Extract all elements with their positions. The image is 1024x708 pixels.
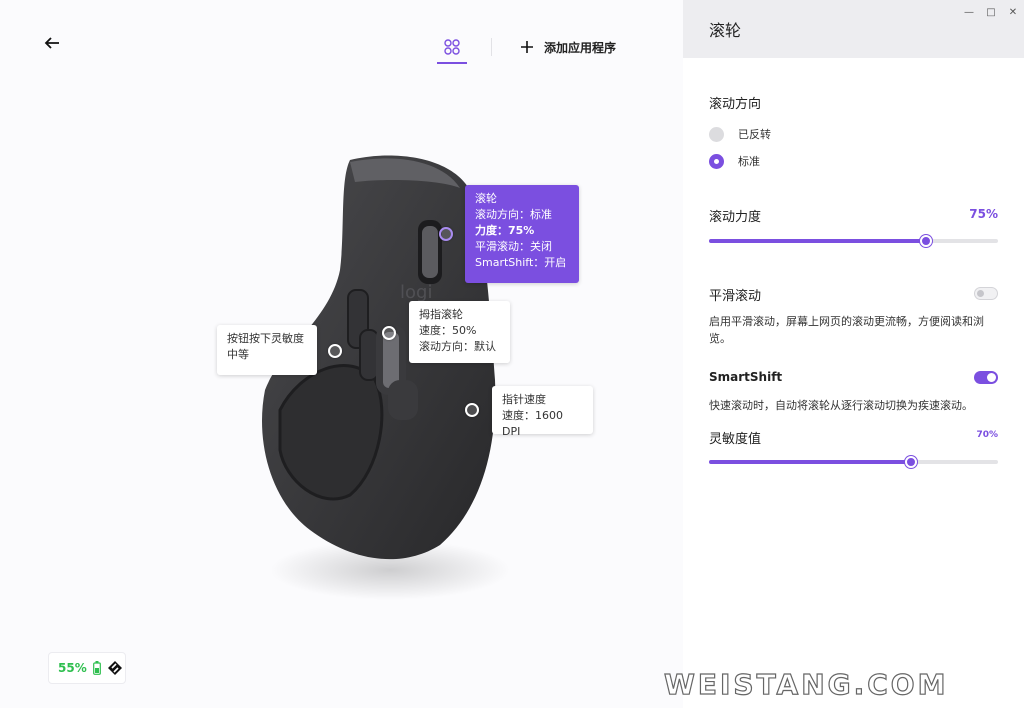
plus-icon xyxy=(521,41,533,53)
slider-fill xyxy=(709,239,926,243)
scroll-direction-label: 滚动方向 xyxy=(709,97,762,112)
scroll-force-slider[interactable] xyxy=(709,235,998,247)
battery-status[interactable]: 55% xyxy=(48,652,126,684)
thumb-wheel-hotspot[interactable] xyxy=(382,326,396,340)
radio-reversed-indicator[interactable] xyxy=(709,126,724,142)
panel-title: 滚轮 xyxy=(709,21,742,40)
thumb-wheel-tooltip-direction: 滚动方向：默认 xyxy=(419,340,496,353)
pointer-tooltip-title: 指针速度 xyxy=(502,393,546,406)
radio-standard-indicator[interactable] xyxy=(709,153,724,169)
smartshift-label: SmartShift xyxy=(709,370,783,384)
mouse-logo: logi xyxy=(400,282,432,303)
slider-fill xyxy=(709,460,912,464)
smartshift-toggle[interactable] xyxy=(974,371,998,384)
battery-percent: 55% xyxy=(58,661,87,675)
scroll-force-value: 75% xyxy=(969,207,998,221)
back-button[interactable] xyxy=(42,34,62,52)
add-application-button[interactable]: 添加应用程序 xyxy=(520,37,616,57)
wheel-tooltip-smartshift: SmartShift：开启 xyxy=(475,256,567,269)
sensitivity-slider[interactable] xyxy=(709,456,998,468)
smartshift-description: 快速滚动时，自动将滚轮从逐行滚动切换为疾速滚动。 xyxy=(709,399,973,412)
gesture-tooltip-line2: 中等 xyxy=(227,348,249,361)
smooth-scroll-label: 平滑滚动 xyxy=(709,289,762,304)
battery-icon xyxy=(92,661,101,675)
pointer-speed-tooltip[interactable]: 指针速度 速度：1600 DPI xyxy=(492,386,593,438)
minimize-icon[interactable]: — xyxy=(958,0,980,24)
settings-panel: 滚轮 — □ ✕ 滚动方向 已反转 标准 滚动力度 75% 平滑滚动 启用平滑滚… xyxy=(683,0,1024,708)
slider-knob[interactable] xyxy=(905,456,918,468)
thumb-wheel-tooltip-speed: 速度：50% xyxy=(419,324,477,337)
grid-icon xyxy=(444,39,460,55)
gesture-button-hotspot[interactable] xyxy=(328,344,342,358)
slider-knob[interactable] xyxy=(919,235,932,247)
wheel-tooltip-smooth: 平滑滚动：关闭 xyxy=(475,240,552,253)
wheel-tooltip[interactable]: 滚轮 滚动方向：标准 力度：75% 平滑滚动：关闭 SmartShift：开启 xyxy=(465,185,579,283)
radio-reversed[interactable]: 已反转 xyxy=(709,126,771,142)
thumb-wheel-tooltip-title: 拇指滚轮 xyxy=(419,308,463,321)
radio-standard-label: 标准 xyxy=(738,155,760,168)
tab-device-buttons[interactable] xyxy=(437,36,467,64)
smooth-scroll-description: 启用平滑滚动，屏幕上网页的滚动更流畅，方便阅读和浏览。 xyxy=(709,315,984,345)
tab-underline xyxy=(437,62,467,64)
watermark: WEISTANG.COM xyxy=(663,667,949,701)
toolbar-divider xyxy=(491,38,492,56)
smooth-scroll-toggle[interactable] xyxy=(974,287,998,300)
scroll-force-label: 滚动力度 xyxy=(709,210,762,225)
sensitivity-label: 灵敏度值 xyxy=(709,432,762,447)
wheel-tooltip-force: 力度：75% xyxy=(475,224,535,237)
radio-reversed-label: 已反转 xyxy=(738,128,771,141)
pointer-speed-hotspot[interactable] xyxy=(465,403,479,417)
gesture-button-tooltip[interactable]: 按钮按下灵敏度 中等 xyxy=(217,325,317,375)
add-application-label: 添加应用程序 xyxy=(544,40,617,55)
restore-icon[interactable]: □ xyxy=(980,0,1002,24)
pointer-tooltip-speed: 速度：1600 DPI xyxy=(502,409,563,438)
gesture-tooltip-line1: 按钮按下灵敏度 xyxy=(227,332,304,345)
wheel-tooltip-direction: 滚动方向：标准 xyxy=(475,208,552,221)
close-icon[interactable]: ✕ xyxy=(1002,0,1024,24)
arrow-left-icon xyxy=(44,37,59,49)
sensitivity-value: 70% xyxy=(976,430,998,440)
logi-bolt-icon xyxy=(107,661,122,675)
thumb-wheel-tooltip[interactable]: 拇指滚轮 速度：50% 滚动方向：默认 xyxy=(409,301,510,363)
device-view: 添加应用程序 logi 滚轮 滚动方向：标准 力度：75% 平滑滚动：关闭 Sm… xyxy=(0,0,683,708)
radio-standard[interactable]: 标准 xyxy=(709,153,760,169)
wheel-tooltip-title: 滚轮 xyxy=(475,192,497,205)
window-controls: — □ ✕ xyxy=(958,0,1024,24)
wheel-hotspot[interactable] xyxy=(439,227,453,241)
